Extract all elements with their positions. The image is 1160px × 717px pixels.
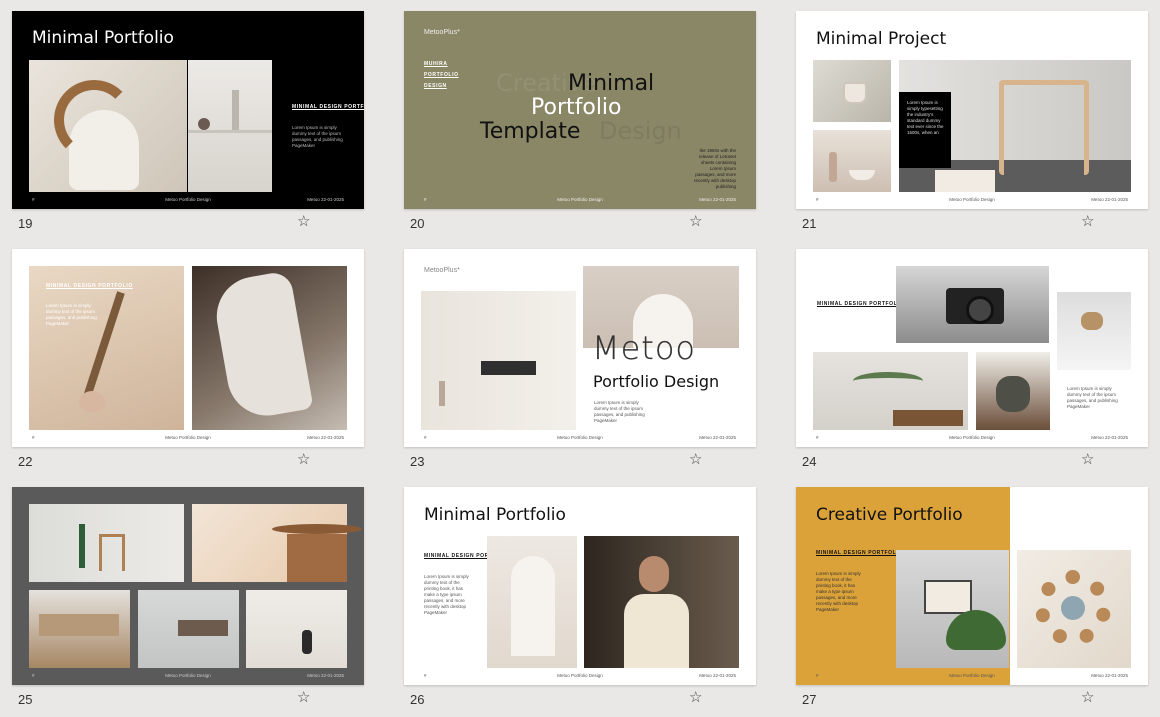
caption-line-3: DESIGN: [424, 83, 447, 89]
slide-thumbnail-22[interactable]: MINIMAL DESIGN PORTFOLIO Lorem Ipsum is …: [12, 249, 364, 479]
star-icon[interactable]: ☆: [689, 214, 702, 229]
slide-thumbnail-20[interactable]: MetooPlus* MUHIRA PORTFOLIO DESIGN Creat…: [404, 11, 756, 241]
cup-photo: [813, 60, 891, 122]
slide-footer: # Metoo Portfolio Design Metoo 22-01-202…: [424, 197, 736, 202]
camera-photo: [896, 266, 1049, 343]
brand-logo: MetooPlus*: [424, 29, 460, 36]
slide-preview[interactable]: Creative Portfolio MINIMAL DESIGN PORTFO…: [796, 487, 1148, 685]
slide-footer: # Metoo Portfolio Design Metoo 22-01-202…: [816, 197, 1128, 202]
slide-title: Minimal Project: [816, 29, 947, 49]
star-icon[interactable]: ☆: [297, 214, 310, 229]
jar-photo: [976, 352, 1050, 430]
slide-preview[interactable]: MINIMAL DESIGN PORTFOLIO Lorem Ipsum is …: [796, 249, 1148, 447]
woman-portrait-photo: [584, 536, 739, 668]
slide-preview[interactable]: MetooPlus* Metoo Portfolio Design Lorem …: [404, 249, 756, 447]
slide-preview[interactable]: MINIMAL DESIGN PORTFOLIO Lorem Ipsum is …: [12, 249, 364, 447]
slide-number: 27: [802, 692, 817, 707]
paragraph: the 1960s with the release of Letraset s…: [693, 148, 736, 189]
title-line-1: Minimal: [568, 71, 655, 96]
bullet-list: Lorem Ipsum is simply dummy text of the …: [594, 400, 645, 423]
caption: MINIMAL DESIGN PORTFOLIO: [292, 104, 364, 110]
slide-title: Minimal Portfolio: [424, 505, 566, 525]
caption: MINIMAL DESIGN PORTFOLIO: [816, 550, 903, 556]
slide-title: Minimal Portfolio: [32, 28, 174, 48]
shelf-photo: [188, 60, 272, 192]
bullet-list: Lorem Ipsum is simply dummy text of the …: [292, 125, 343, 148]
bullet-list: Lorem Ipsum is simply dummy text of the …: [46, 303, 97, 326]
vase-plant-photo: [246, 590, 347, 668]
slide-number: 20: [410, 216, 425, 231]
paragraph: Lorem Ipsum is simply dummy text of the …: [816, 571, 861, 612]
slide-preview[interactable]: Minimal Portfolio MINIMAL DESIGN PORTFOL…: [12, 11, 364, 209]
sunburst-mirror-photo: [1017, 550, 1131, 668]
star-icon[interactable]: ☆: [1081, 214, 1094, 229]
star-icon[interactable]: ☆: [1081, 452, 1094, 467]
slide-footer: # Metoo Portfolio Design Metoo 22-01-202…: [816, 435, 1128, 440]
brand-logo: MetooPlus*: [424, 267, 460, 274]
slide-number: 22: [18, 454, 33, 469]
slide-thumbnail-24[interactable]: MINIMAL DESIGN PORTFOLIO Lorem Ipsum is …: [796, 249, 1148, 479]
star-icon[interactable]: ☆: [1081, 690, 1094, 705]
slide-number: 26: [410, 692, 425, 707]
caption: MINIMAL DESIGN PORTFOLIO: [817, 301, 904, 307]
slide-preview[interactable]: MetooPlus* MUHIRA PORTFOLIO DESIGN Creat…: [404, 11, 756, 209]
title-line-2: Portfolio: [531, 95, 622, 120]
caption-line-2: PORTFOLIO: [424, 72, 459, 78]
star-icon[interactable]: ☆: [297, 452, 310, 467]
slide-preview[interactable]: Minimal Project Lorem Ipsum is simply ty…: [796, 11, 1148, 209]
speaker-photo: [896, 550, 1009, 668]
star-icon[interactable]: ☆: [689, 452, 702, 467]
ghost-text-2: Design: [599, 117, 682, 145]
slide-preview[interactable]: # Metoo Portfolio Design Metoo 22-01-202…: [12, 487, 364, 685]
slide-thumbnail-26[interactable]: Minimal Portfolio MINIMAL DESIGN PORTFOL…: [404, 487, 756, 717]
caption: MINIMAL DESIGN PORTFOLIO: [46, 283, 133, 289]
slide-footer: # Metoo Portfolio Design Metoo 22-01-202…: [32, 435, 344, 440]
slide-number: 23: [410, 454, 425, 469]
title-line-3: Template: [480, 119, 581, 144]
slide-thumbnail-21[interactable]: Minimal Project Lorem Ipsum is simply ty…: [796, 11, 1148, 241]
slide-title: Creative Portfolio: [816, 505, 963, 525]
paragraph: Lorem Ipsum is simply dummy text of the …: [424, 574, 469, 615]
slide-thumbnail-25[interactable]: # Metoo Portfolio Design Metoo 22-01-202…: [12, 487, 364, 717]
slide-thumbnail-23[interactable]: MetooPlus* Metoo Portfolio Design Lorem …: [404, 249, 756, 479]
ceramics-photo: [813, 130, 891, 192]
slide-thumbnail-19[interactable]: Minimal Portfolio MINIMAL DESIGN PORTFOL…: [12, 11, 364, 241]
slide-footer: # Metoo Portfolio Design Metoo 22-01-202…: [424, 673, 736, 678]
slide-footer: # Metoo Portfolio Design Metoo 22-01-202…: [32, 673, 344, 678]
star-icon[interactable]: ☆: [689, 690, 702, 705]
slide-number: 25: [18, 692, 33, 707]
slide-number: 19: [18, 216, 33, 231]
big-title: Metoo: [592, 329, 696, 367]
slide-preview[interactable]: Minimal Portfolio MINIMAL DESIGN PORTFOL…: [404, 487, 756, 685]
slide-number: 21: [802, 216, 817, 231]
sculpture-photo: [1057, 292, 1131, 370]
subtitle: Portfolio Design: [593, 372, 720, 391]
slide-footer: # Metoo Portfolio Design Metoo 22-01-202…: [424, 435, 736, 440]
shelf-photo: [138, 590, 239, 668]
chair-wall-photo: [29, 504, 184, 582]
person-dress-photo: [192, 266, 347, 430]
slide-thumbnail-27[interactable]: Creative Portfolio MINIMAL DESIGN PORTFO…: [796, 487, 1148, 717]
text-box: Lorem Ipsum is simply typesetting the in…: [899, 92, 951, 168]
plant-photo: [813, 352, 968, 430]
palm-leaf-photo: [29, 266, 184, 430]
arch-room-photo: [487, 536, 577, 668]
slide-footer: # Metoo Portfolio Design Metoo 22-01-202…: [32, 197, 344, 202]
caption-line-1: MUHIRA: [424, 61, 448, 67]
table-photo: [192, 504, 362, 582]
room-photo: [421, 291, 576, 430]
slide-number: 24: [802, 454, 817, 469]
vase-photo: [29, 60, 187, 192]
star-icon[interactable]: ☆: [297, 690, 310, 705]
bullet-list: Lorem Ipsum is simply dummy text of the …: [1067, 386, 1118, 409]
slide-footer: # Metoo Portfolio Design Metoo 22-01-202…: [816, 673, 1128, 678]
wicker-chairs-photo: [29, 590, 130, 668]
